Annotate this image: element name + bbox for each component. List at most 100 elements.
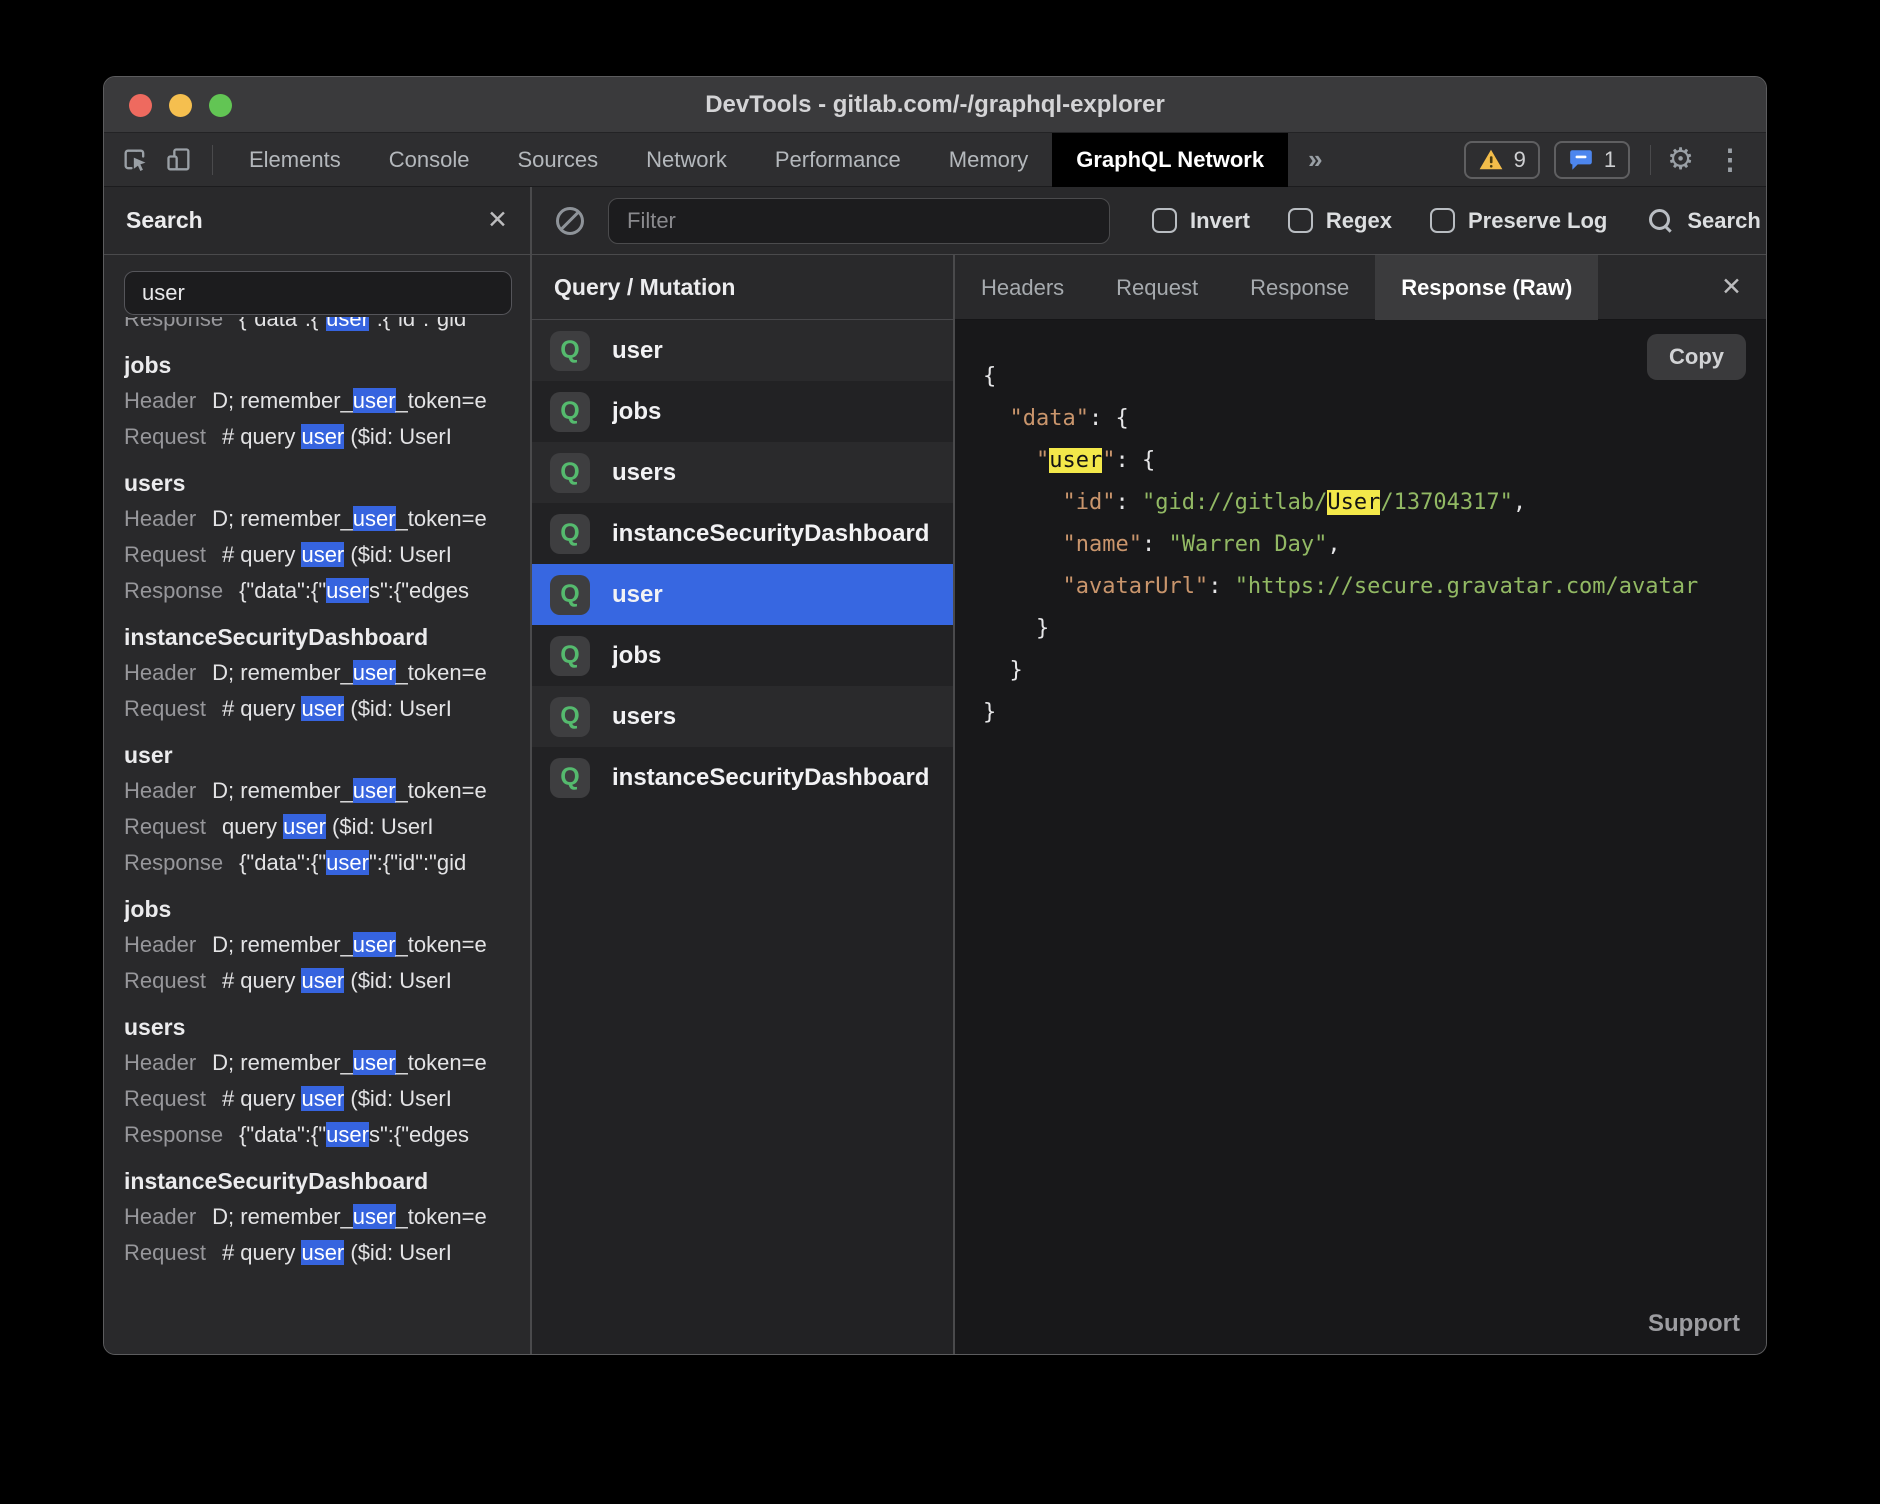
query-row-label: users <box>612 459 676 487</box>
query-row-jobs[interactable]: Qjobs <box>532 381 953 442</box>
copy-button[interactable]: Copy <box>1647 334 1746 380</box>
query-type-icon: Q <box>550 453 590 493</box>
search-panel-header: Search ✕ <box>104 187 532 254</box>
result-line-value: D; remember_user_token=e <box>212 778 487 803</box>
search-result-line[interactable]: Request # query user ($id: UserI <box>124 963 530 999</box>
query-row-instancesecuritydashboard[interactable]: QinstanceSecurityDashboard <box>532 503 953 564</box>
zoom-window-button[interactable] <box>209 94 232 117</box>
result-line-label: Request <box>124 968 206 993</box>
search-result-line[interactable]: HeaderD; remember_user_token=e <box>124 1045 530 1081</box>
checkbox-box-icon[interactable] <box>1430 208 1455 233</box>
close-search-icon[interactable]: ✕ <box>487 208 508 233</box>
result-line-value: # query user ($id: UserI <box>222 696 452 721</box>
search-result-line[interactable]: Request# query user ($id: UserI <box>124 419 530 455</box>
search-icon <box>1647 207 1675 235</box>
query-list-panel: Query / Mutation QuserQjobsQusersQinstan… <box>532 255 955 1354</box>
close-detail-icon[interactable]: ✕ <box>1721 275 1742 300</box>
tab-console[interactable]: Console <box>365 133 494 187</box>
panels-area: Response{"data":{"user":{"id":"gidjobsHe… <box>104 255 1766 1354</box>
result-line-value: # query user ($id: UserI <box>222 1240 452 1265</box>
search-input[interactable] <box>124 271 512 315</box>
search-result-line[interactable]: HeaderD; remember_user_token=e <box>124 501 530 537</box>
search-panel-title: Search <box>126 207 487 234</box>
search-result-line[interactable]: HeaderD; remember_user_token=e <box>124 927 530 963</box>
message-icon <box>1568 147 1594 173</box>
query-row-users[interactable]: Qusers <box>532 442 953 503</box>
checkbox-invert[interactable]: Invert <box>1152 208 1250 234</box>
result-line-label: Header <box>124 506 196 531</box>
settings-gear-icon[interactable]: ⚙ <box>1667 142 1694 177</box>
search-result-line[interactable]: Response{"data":{"user":{"id":"gid <box>124 317 530 337</box>
query-row-label: jobs <box>612 642 661 670</box>
tab-performance[interactable]: Performance <box>751 133 925 187</box>
tab-network[interactable]: Network <box>622 133 751 187</box>
query-row-instancesecuritydashboard[interactable]: QinstanceSecurityDashboard <box>532 747 953 808</box>
result-line-label: Request <box>124 1240 206 1265</box>
result-line-label: Header <box>124 1204 196 1229</box>
checkbox-regex[interactable]: Regex <box>1288 208 1392 234</box>
search-toggle[interactable]: Search <box>1647 207 1760 235</box>
search-result-line[interactable]: Requestquery user ($id: UserI <box>124 809 530 845</box>
more-options-icon[interactable]: ⋮ <box>1716 143 1744 176</box>
json-line: "avatarUrl": "https://secure.gravatar.co… <box>983 566 1766 608</box>
result-line-value: # query user ($id: UserI <box>222 1086 452 1111</box>
search-result-line[interactable]: HeaderD; remember_user_token=e <box>124 773 530 809</box>
devtools-toolbar: ElementsConsoleSourcesNetworkPerformance… <box>104 133 1766 187</box>
tab-elements[interactable]: Elements <box>225 133 365 187</box>
result-line-label: Request <box>124 424 206 449</box>
checkbox-box-icon[interactable] <box>1152 208 1177 233</box>
tab-sources[interactable]: Sources <box>493 133 622 187</box>
json-line: "name": "Warren Day", <box>983 524 1766 566</box>
json-line: "id": "gid://gitlab/User/13704317", <box>983 482 1766 524</box>
search-result-line[interactable]: Request# query user ($id: UserI <box>124 1081 530 1117</box>
minimize-window-button[interactable] <box>169 94 192 117</box>
search-result-line[interactable]: HeaderD; remember_user_token=e <box>124 383 530 419</box>
search-result-line[interactable]: Request# query user ($id: UserI <box>124 537 530 573</box>
result-group-heading: jobs <box>124 891 530 927</box>
search-result-line[interactable]: HeaderD; remember_user_token=e <box>124 1199 530 1235</box>
query-type-icon: Q <box>550 697 590 737</box>
messages-badge[interactable]: 1 <box>1554 141 1630 179</box>
query-type-icon: Q <box>550 636 590 676</box>
detail-tab-request[interactable]: Request <box>1090 255 1224 320</box>
query-row-jobs[interactable]: Qjobs <box>532 625 953 686</box>
traffic-lights <box>129 94 232 117</box>
query-row-label: user <box>612 337 663 365</box>
query-row-users[interactable]: Qusers <box>532 686 953 747</box>
clear-log-icon[interactable] <box>556 207 584 235</box>
search-result-line[interactable]: HeaderD; remember_user_token=e <box>124 655 530 691</box>
inspect-element-icon[interactable] <box>120 145 150 175</box>
result-line-value: # query user ($id: UserI <box>222 968 452 993</box>
search-result-line[interactable]: Request # query user ($id: UserI <box>124 1235 530 1271</box>
detail-tab-response-raw[interactable]: Response (Raw) <box>1375 255 1598 320</box>
warning-count: 9 <box>1514 147 1526 173</box>
query-row-user[interactable]: Quser <box>532 320 953 381</box>
search-result-line[interactable]: Request# query user ($id: UserI <box>124 691 530 727</box>
devtools-window: DevTools - gitlab.com/-/graphql-explorer… <box>103 76 1767 1355</box>
filter-row: Search ✕ Invert Regex Preserve Log Search <box>104 187 1766 255</box>
checkbox-box-icon[interactable] <box>1288 208 1313 233</box>
search-result-line[interactable]: Response{"data":{"user":{"id":"gid <box>124 845 530 881</box>
search-results-list: Response{"data":{"user":{"id":"gidjobsHe… <box>124 317 530 1271</box>
result-group-heading: users <box>124 465 530 501</box>
result-line-label: Header <box>124 932 196 957</box>
more-tabs-icon[interactable]: » <box>1288 144 1342 175</box>
detail-panel: HeadersRequestResponseResponse (Raw) ✕ C… <box>955 255 1766 1354</box>
device-toolbar-icon[interactable] <box>164 145 194 175</box>
close-window-button[interactable] <box>129 94 152 117</box>
tab-memory[interactable]: Memory <box>925 133 1052 187</box>
warnings-badge[interactable]: 9 <box>1464 141 1540 179</box>
checkbox-preserve-log[interactable]: Preserve Log <box>1430 208 1607 234</box>
search-result-line[interactable]: Response{"data":{"users":{"edges <box>124 1117 530 1153</box>
toolbar-divider <box>1650 145 1651 175</box>
search-result-line[interactable]: Response{"data":{"users":{"edges <box>124 573 530 609</box>
filter-input[interactable] <box>608 198 1110 244</box>
detail-tab-response[interactable]: Response <box>1224 255 1375 320</box>
json-line: } <box>983 692 1766 734</box>
support-link[interactable]: Support <box>1648 1310 1740 1338</box>
title-bar: DevTools - gitlab.com/-/graphql-explorer <box>104 77 1766 133</box>
result-group-heading: instanceSecurityDashboard <box>124 619 530 655</box>
tab-graphql-network[interactable]: GraphQL Network <box>1052 133 1288 187</box>
query-row-user[interactable]: Quser <box>532 564 953 625</box>
detail-tab-headers[interactable]: Headers <box>955 255 1090 320</box>
